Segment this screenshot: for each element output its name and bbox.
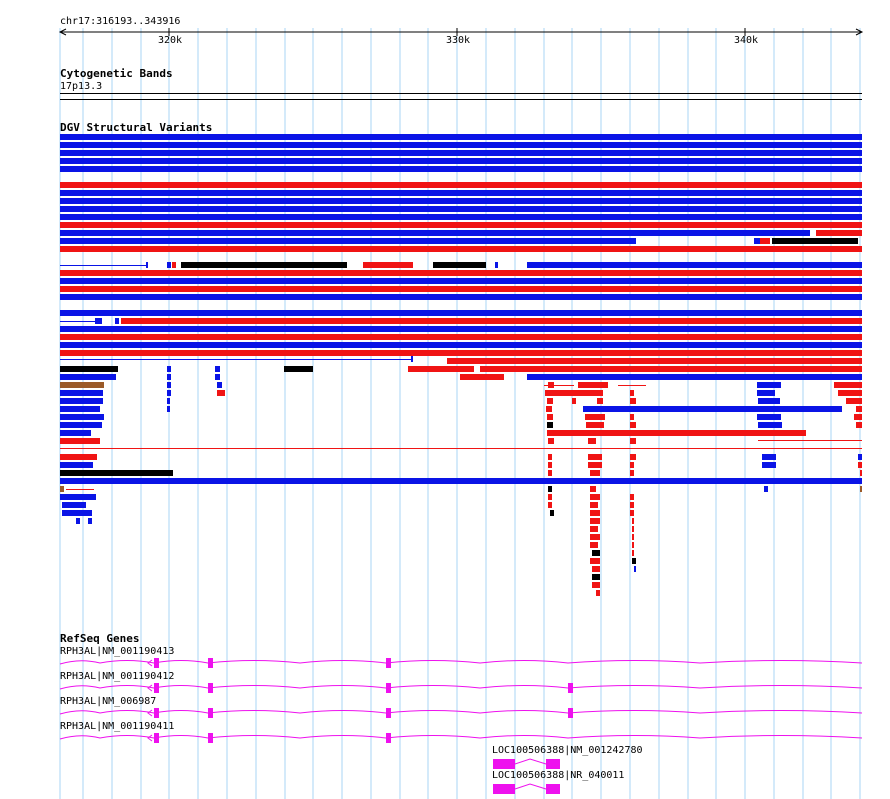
exon[interactable] <box>386 733 391 743</box>
exon[interactable] <box>154 658 159 668</box>
exon[interactable] <box>208 658 213 668</box>
transcript-intron-line[interactable] <box>59 660 863 665</box>
exon[interactable] <box>208 683 213 693</box>
transcript-intron-line[interactable] <box>59 710 863 715</box>
transcript-intron-line[interactable] <box>59 735 863 740</box>
exon[interactable] <box>493 784 513 794</box>
exon[interactable] <box>386 658 391 668</box>
exon[interactable] <box>154 683 159 693</box>
exon[interactable] <box>568 683 573 693</box>
exon[interactable] <box>386 708 391 718</box>
exon[interactable] <box>154 708 159 718</box>
exon[interactable] <box>208 708 213 718</box>
genome-browser-view[interactable]: chr17:316193..343916 320k 330k 340k Cyto… <box>0 0 890 799</box>
exon[interactable] <box>513 759 515 769</box>
transcript-intron-line[interactable] <box>514 783 547 790</box>
exon[interactable] <box>493 759 513 769</box>
exon[interactable] <box>386 683 391 693</box>
exon[interactable] <box>546 759 560 769</box>
exon[interactable] <box>568 708 573 718</box>
exon[interactable] <box>513 784 515 794</box>
exon[interactable] <box>546 784 560 794</box>
transcript-intron-line[interactable] <box>59 685 863 690</box>
transcript-intron-line[interactable] <box>514 758 547 765</box>
exon[interactable] <box>154 733 159 743</box>
exon[interactable] <box>208 733 213 743</box>
refseq-gene-models <box>59 658 863 794</box>
